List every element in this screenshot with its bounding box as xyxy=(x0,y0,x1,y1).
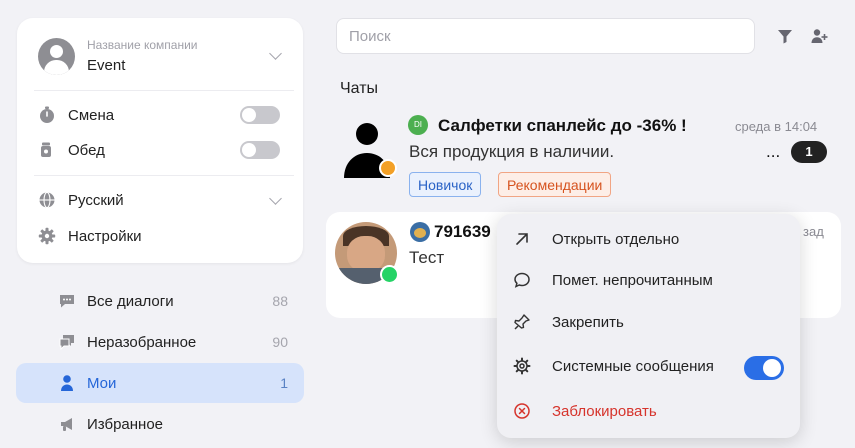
context-menu: Открыть отдельно Помет. непрочитанным За… xyxy=(497,214,800,438)
channel-badge xyxy=(379,159,397,177)
lunch-label: Обед xyxy=(68,142,105,159)
tag-newbie[interactable]: Новичок xyxy=(409,172,482,197)
system-messages-toggle[interactable] xyxy=(744,356,784,380)
arrow-up-right-icon xyxy=(516,233,528,245)
menu-item-label: Заблокировать xyxy=(552,403,657,420)
company-name: Event xyxy=(87,57,126,74)
nav-count: 88 xyxy=(272,293,288,309)
more-indicator: ... xyxy=(766,142,781,161)
filter-icon[interactable] xyxy=(776,27,794,45)
menu-item-label: Системные сообщения xyxy=(552,358,714,375)
gear-icon xyxy=(38,227,56,245)
lunch-toggle[interactable] xyxy=(240,141,280,159)
menu-item-label: Открыть отдельно xyxy=(552,231,680,248)
company-avatar xyxy=(38,38,75,75)
account-panel: Название компании Event Смена Обед Русск… xyxy=(17,18,303,263)
nav-label: Избранное xyxy=(87,416,164,433)
divider xyxy=(34,90,294,91)
stopwatch-icon xyxy=(40,106,54,123)
menu-item-label: Закрепить xyxy=(552,314,624,331)
chat-title: 791639 xyxy=(434,222,491,241)
search-input[interactable] xyxy=(336,18,755,54)
block-icon xyxy=(514,403,530,419)
source-badge: DI xyxy=(408,115,428,135)
gear-icon xyxy=(513,357,531,375)
nav-unsorted[interactable]: Неразобранное 90 xyxy=(16,322,304,362)
settings-link[interactable]: Настройки xyxy=(38,225,288,249)
divider xyxy=(34,175,294,176)
nav-favorites[interactable]: Избранное xyxy=(16,404,304,444)
chat-time: среда в 14:04 xyxy=(735,119,818,134)
coffee-cup-icon xyxy=(41,142,51,157)
language-selector[interactable]: Русский xyxy=(38,189,288,213)
chat-outline-icon xyxy=(514,272,530,288)
globe-icon xyxy=(39,191,55,209)
unread-count-badge: 1 xyxy=(791,141,827,163)
chat-title: Салфетки спанлейс до -36% ! xyxy=(438,116,687,135)
chat-bubble-icon xyxy=(60,295,74,308)
chat-bubbles-icon xyxy=(59,335,74,351)
whatsapp-icon xyxy=(380,265,399,284)
chat-preview: Вся продукция в наличии. xyxy=(409,142,615,161)
chats-heading: Чаты xyxy=(340,80,379,97)
chat-preview: Тест xyxy=(409,248,445,267)
chat-time: зад xyxy=(803,224,824,239)
chevron-down-icon xyxy=(269,47,282,60)
add-user-icon[interactable] xyxy=(810,27,828,45)
menu-system-messages[interactable]: Системные сообщения xyxy=(497,346,800,386)
pin-icon xyxy=(514,314,530,330)
shift-label: Смена xyxy=(68,107,115,124)
chevron-down-icon xyxy=(269,192,282,205)
menu-pin[interactable]: Закрепить xyxy=(497,302,800,342)
menu-mark-unread[interactable]: Помет. непрочитанным xyxy=(497,260,800,300)
company-selector[interactable]: Название компании Event xyxy=(38,38,288,78)
menu-item-label: Помет. непрочитанным xyxy=(552,272,713,289)
nav-all-dialogs[interactable]: Все диалоги 88 xyxy=(16,281,304,321)
shift-toggle[interactable] xyxy=(240,106,280,124)
megaphone-icon xyxy=(61,418,72,431)
nav-mine[interactable]: Мои 1 xyxy=(16,363,304,403)
menu-open-separately[interactable]: Открыть отдельно xyxy=(497,219,800,259)
lunch-row: Обед xyxy=(38,139,288,163)
chat-item[interactable]: DI Салфетки спанлейс до -36% ! среда в 1… xyxy=(326,104,841,209)
settings-label: Настройки xyxy=(68,228,142,245)
shift-row: Смена xyxy=(38,104,288,128)
language-label: Русский xyxy=(68,192,124,209)
menu-block[interactable]: Заблокировать xyxy=(497,391,800,431)
nav-label: Мои xyxy=(87,375,117,392)
nav-count: 90 xyxy=(272,334,288,350)
user-icon xyxy=(61,375,73,391)
company-label: Название компании xyxy=(87,38,198,52)
nav-label: Все диалоги xyxy=(87,293,174,310)
tag-recommendations[interactable]: Рекомендации xyxy=(498,172,612,197)
nav-count: 1 xyxy=(280,375,288,391)
nav-label: Неразобранное xyxy=(87,334,197,351)
